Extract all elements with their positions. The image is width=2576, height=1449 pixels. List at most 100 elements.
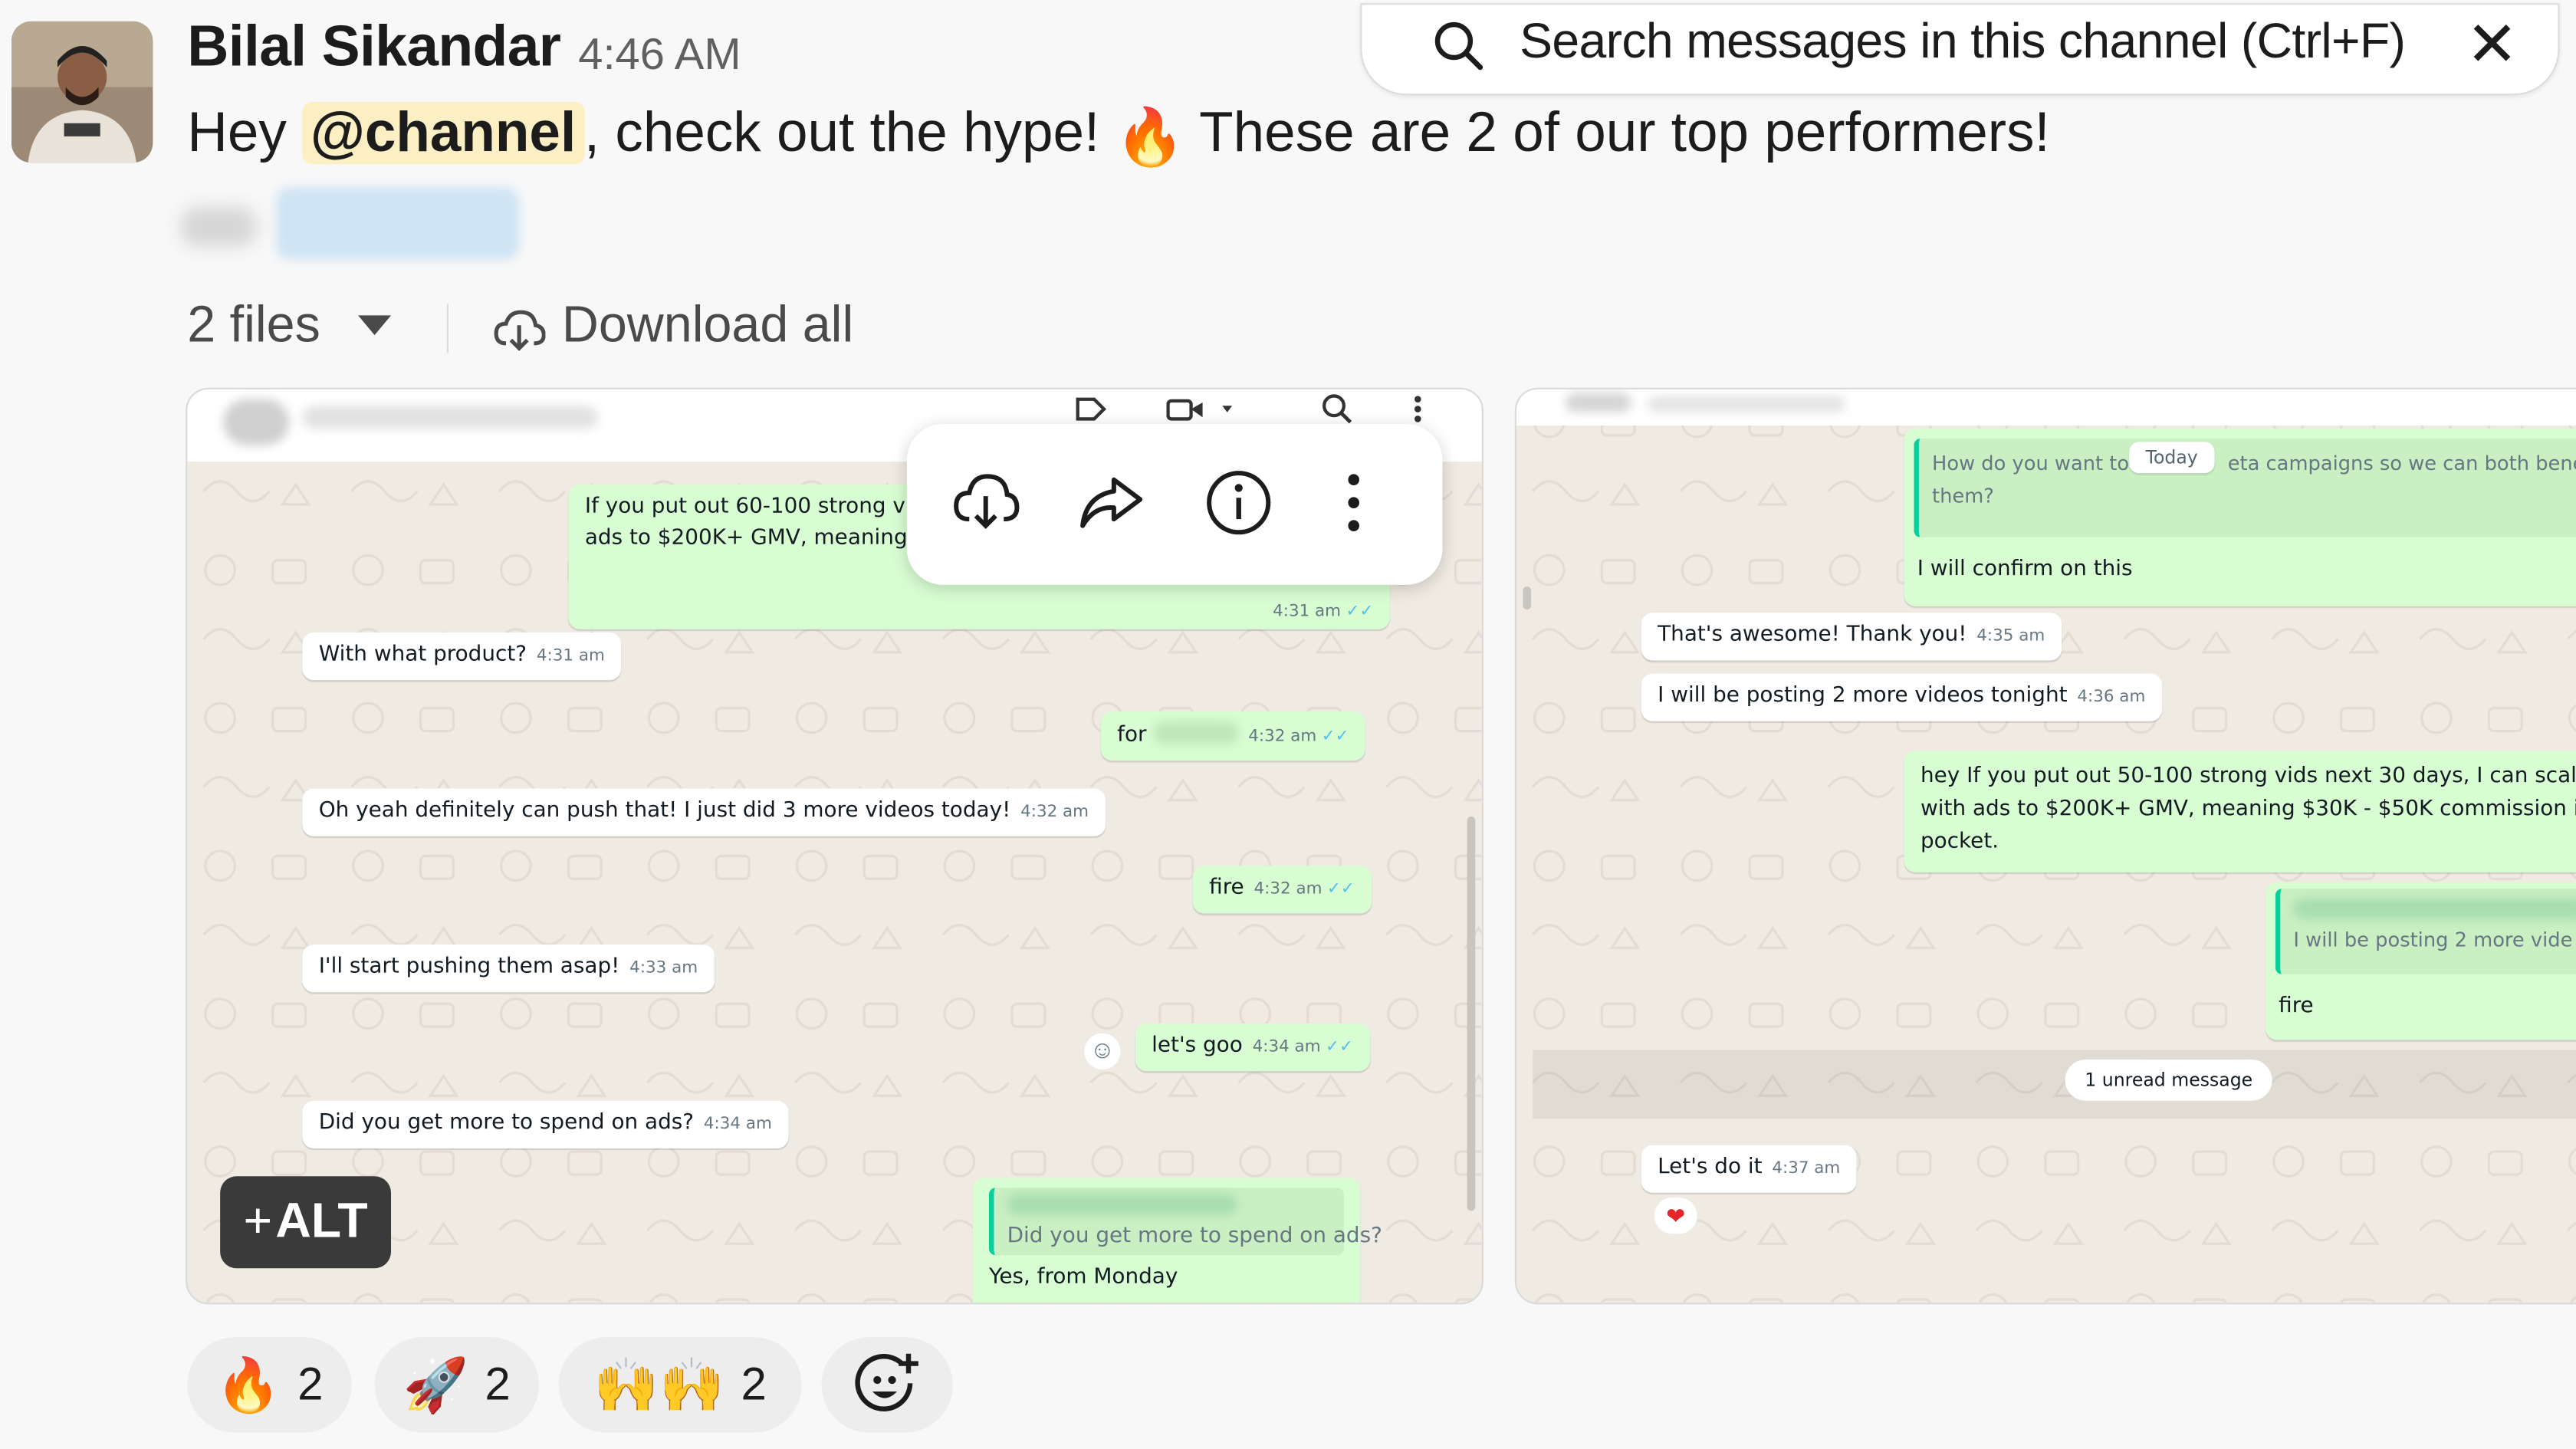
bubble-text: fire bbox=[2279, 994, 2314, 1019]
download-icon[interactable] bbox=[950, 467, 1022, 539]
blurred-cc-mention bbox=[180, 184, 526, 263]
bubble-time: 4:33 am bbox=[629, 959, 698, 978]
search-input[interactable]: Search messages in this channel (Ctrl+F) bbox=[1520, 15, 2406, 71]
add-reaction-button[interactable] bbox=[821, 1337, 953, 1433]
message-text-end: These are 2 of our top performers! bbox=[1184, 101, 2050, 165]
search-icon bbox=[1434, 21, 1484, 71]
bubble-text: fire bbox=[1209, 876, 1244, 901]
file-actions-popup bbox=[906, 423, 1443, 585]
share-icon[interactable] bbox=[1074, 467, 1146, 539]
bubble-text: for bbox=[1117, 722, 1147, 748]
chat-bubble: That's awesome! Thank you! 4:35 am bbox=[1641, 613, 2062, 661]
message-time[interactable]: 4:46 AM bbox=[578, 30, 741, 80]
plus-icon: + bbox=[243, 1194, 273, 1249]
emoji-reaction-icon: ☺ bbox=[1084, 1033, 1121, 1070]
bubble-time: 4:32 am bbox=[1248, 728, 1317, 746]
bubble-time: 4:32 am bbox=[1020, 803, 1089, 822]
scrollbar[interactable] bbox=[1523, 586, 1532, 610]
info-icon[interactable] bbox=[1203, 467, 1275, 539]
chat-header bbox=[1516, 389, 2576, 426]
add-reaction-icon bbox=[855, 1353, 918, 1411]
unread-badge: 1 unread message bbox=[2065, 1060, 2272, 1101]
bubble-text: I will be posting 2 more videos tonight bbox=[1658, 683, 2068, 708]
bubble-time: 4:31 am bbox=[536, 647, 605, 665]
bubble-text: Yes, from Monday bbox=[989, 1265, 1178, 1290]
blurred-text bbox=[1153, 721, 1239, 744]
file-preview-2[interactable]: How do you want to Today eta campaigns s… bbox=[1514, 387, 2576, 1305]
message-text: Hey @channel, check out the hype! 🔥 Thes… bbox=[187, 101, 2050, 171]
chat-bubble: fire 4:32 am ✓✓ bbox=[1192, 866, 1372, 914]
quoted-message: How do you want to Today eta campaigns s… bbox=[1914, 439, 2576, 537]
more-icon[interactable] bbox=[1337, 467, 1370, 539]
bubble-time: 4:34 am bbox=[1252, 1038, 1321, 1056]
bubble-text: With what product? bbox=[318, 642, 527, 667]
fire-emoji: 🔥 bbox=[1115, 107, 1185, 169]
divider bbox=[446, 304, 449, 353]
read-ticks-icon: ✓✓ bbox=[1326, 880, 1355, 899]
bubble-text: I will confirm on this bbox=[1917, 557, 2133, 582]
reaction-rocket[interactable]: 🚀 2 bbox=[374, 1337, 539, 1433]
download-all-button[interactable]: Download all bbox=[562, 296, 853, 355]
bubble-time: 4:34 am bbox=[703, 1116, 772, 1134]
label-icon bbox=[1076, 397, 1107, 421]
video-call-icon bbox=[1166, 399, 1233, 421]
reaction-count: 2 bbox=[485, 1359, 511, 1410]
search-bar[interactable]: Search messages in this channel (Ctrl+F)… bbox=[1360, 3, 2560, 96]
bubble-text: Oh yeah definitely can push that! I just… bbox=[318, 798, 1011, 823]
reaction-count: 2 bbox=[741, 1359, 767, 1410]
chat-bubble: With what product? 4:31 am bbox=[302, 632, 622, 681]
chat-bubble: Oh yeah definitely can push that! I just… bbox=[302, 788, 1106, 836]
raised-hands-emoji: 🙌🙌 bbox=[593, 1355, 725, 1414]
quoted-text: How do you want to bbox=[1932, 452, 2130, 475]
read-ticks-icon: ✓✓ bbox=[1326, 1038, 1353, 1056]
chat-bubble: Did you get more to spend on ads? Yes, f… bbox=[972, 1178, 1382, 1303]
bubble-text: pocket. bbox=[1921, 830, 1999, 855]
chat-bubble: Did you get more to spend on ads? 4:34 am bbox=[302, 1100, 789, 1148]
more-icon bbox=[1414, 396, 1421, 422]
add-alt-text-button[interactable]: + ALT bbox=[220, 1176, 391, 1269]
message-text-middle: , check out the hype! bbox=[583, 101, 1116, 165]
cloud-download-icon[interactable] bbox=[493, 307, 546, 353]
bubble-text: Did you get more to spend on ads? bbox=[318, 1110, 695, 1135]
read-ticks-icon: ✓✓ bbox=[1321, 728, 1349, 746]
bubble-time: 4:37 am bbox=[1772, 1159, 1841, 1178]
bubble-time: 4:36 am bbox=[2077, 688, 2146, 707]
heart-reaction-icon: ❤ bbox=[1654, 1198, 1697, 1234]
bubble-text: I'll start pushing them asap! bbox=[318, 955, 620, 980]
date-chip: Today bbox=[2129, 442, 2215, 474]
chat-bubble: let's goo 4:34 am ✓✓ bbox=[1135, 1024, 1370, 1072]
chat-bubble: I will be posting 2 more vide fire bbox=[2266, 882, 2576, 1040]
channel-mention[interactable]: @channel bbox=[302, 101, 584, 165]
quoted-message: Did you get more to spend on ads? bbox=[989, 1188, 1382, 1256]
fire-emoji: 🔥 bbox=[215, 1355, 281, 1414]
reaction-count: 2 bbox=[297, 1359, 324, 1410]
chat-bubble: hey If you put out 50-100 strong vids ne… bbox=[1904, 751, 2576, 872]
bubble-text: hey If you put out 50-100 strong vids ne… bbox=[1921, 764, 2576, 789]
quoted-message: I will be posting 2 more vide bbox=[2275, 889, 2576, 974]
bubble-time: 4:35 am bbox=[1976, 627, 2045, 646]
quoted-text: I will be posting 2 more vide bbox=[2293, 928, 2573, 951]
bubble-time: 4:32 am bbox=[1254, 880, 1322, 899]
quoted-text: eta campaigns so we can both bene bbox=[2227, 452, 2576, 475]
caret-down-icon[interactable] bbox=[355, 312, 394, 338]
quoted-text: them? bbox=[1932, 485, 1994, 508]
bubble-text: Let's do it bbox=[1658, 1155, 1763, 1180]
files-count[interactable]: 2 files bbox=[187, 296, 320, 355]
chat-bubble: for 4:32 am ✓✓ bbox=[1100, 711, 1366, 761]
read-ticks-icon: ✓✓ bbox=[1346, 603, 1374, 621]
search-icon bbox=[1322, 394, 1352, 424]
reaction-fire[interactable]: 🔥 2 bbox=[187, 1337, 352, 1433]
scrollbar[interactable] bbox=[1467, 816, 1476, 1211]
avatar[interactable] bbox=[12, 21, 153, 163]
bubble-text: let's goo bbox=[1152, 1033, 1243, 1058]
bubble-text: That's awesome! Thank you! bbox=[1658, 623, 1967, 648]
bubble-time: 4:31 am bbox=[1273, 603, 1342, 621]
reaction-raised-hands[interactable]: 🙌🙌 2 bbox=[558, 1337, 802, 1433]
chat-bubble: Let's do it 4:37 am bbox=[1641, 1145, 1857, 1193]
unread-divider bbox=[1533, 1050, 2576, 1119]
close-icon[interactable]: ✕ bbox=[2466, 8, 2518, 82]
alt-label: ALT bbox=[275, 1194, 368, 1249]
chat-bubble: I will be posting 2 more videos tonight 4… bbox=[1641, 673, 2162, 721]
sender-name[interactable]: Bilal Sikandar bbox=[187, 15, 561, 80]
quoted-text: Did you get more to spend on ads? bbox=[1007, 1224, 1382, 1249]
